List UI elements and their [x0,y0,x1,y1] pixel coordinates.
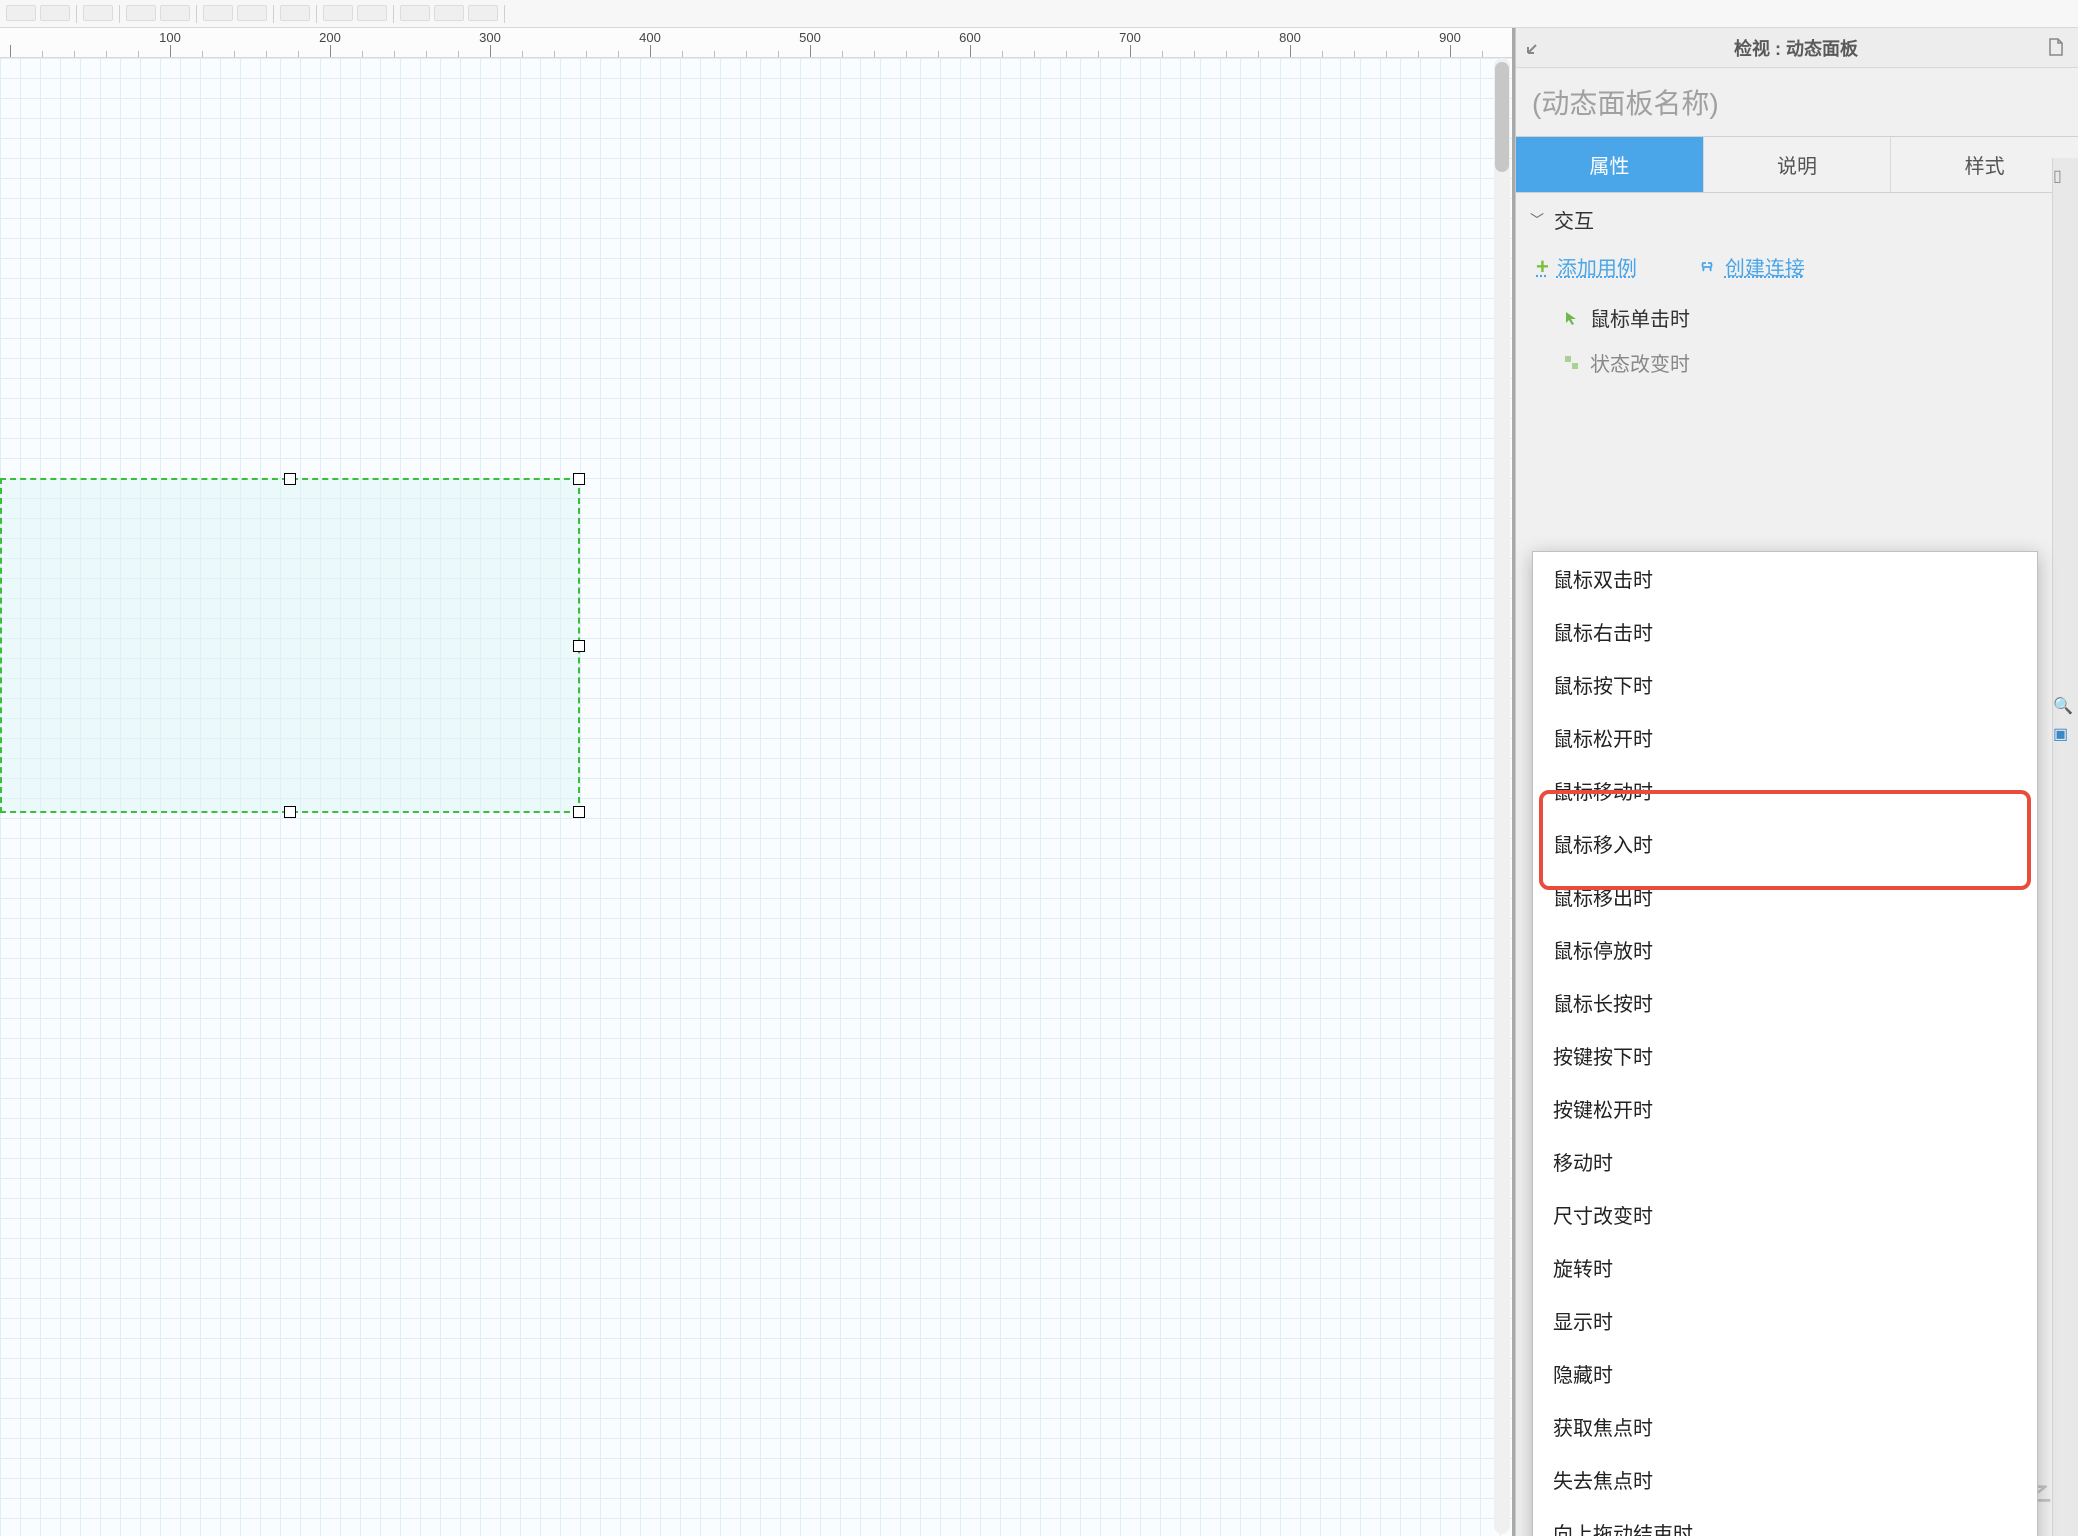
resize-handle-bottom-right[interactable] [573,806,585,818]
event-label: 鼠标单击时 [1590,303,1690,332]
ruler-tick-label: 200 [319,30,341,45]
state-icon [1562,354,1580,372]
resize-handle-bottom[interactable] [284,806,296,818]
inspector-tabs: 属性 说明 样式 [1516,136,2078,193]
inspector-body: ﹀ 交互 + 添加用例 创建连接 鼠标单击时 状态 [1516,193,2078,1536]
event-menu-item[interactable]: 鼠标停放时 [1533,923,2037,976]
resize-handle-right[interactable] [573,640,585,652]
tab-style[interactable]: 样式 [1891,137,2078,192]
search-icon[interactable]: 🔍 [2053,696,2078,716]
tab-notes[interactable]: 说明 [1704,137,1892,192]
create-link-label: 创建连接 [1725,252,1805,281]
toolbar-button[interactable] [400,5,430,21]
event-menu-item[interactable]: 尺寸改变时 [1533,1188,2037,1241]
add-case-label: 添加用例 [1557,252,1637,281]
top-toolbar [0,0,2078,28]
widget-name-input[interactable]: (动态面板名称) [1516,68,2078,136]
toolbar-button[interactable] [357,5,387,21]
page-icon[interactable] [2048,38,2068,58]
chevron-down-icon: ﹀ [1530,210,1544,230]
event-menu-item[interactable]: 鼠标移出时 [1533,870,2037,923]
ruler-tick-label: 400 [639,30,661,45]
event-menu-item[interactable]: 鼠标移入时 [1533,817,2037,870]
cursor-icon [1562,309,1580,327]
event-menu-item[interactable]: 按键按下时 [1533,1029,2037,1082]
section-interactions-header[interactable]: ﹀ 交互 [1516,193,2078,246]
toolbar-button[interactable] [280,5,310,21]
event-menu-item[interactable]: 鼠标双击时 [1533,552,2037,605]
event-menu-item[interactable]: 按键松开时 [1533,1082,2037,1135]
event-menu-item[interactable]: 旋转时 [1533,1241,2037,1294]
ruler-tick-label: 600 [959,30,981,45]
event-menu-item[interactable]: 向上拖动结束时 [1533,1506,2037,1536]
create-link-link[interactable]: 创建连接 [1697,252,1805,281]
toolbar-button[interactable] [468,5,498,21]
widget-icon[interactable]: ▣ [2053,724,2078,744]
toolbar-button[interactable] [203,5,233,21]
event-menu-item[interactable]: 移动时 [1533,1135,2037,1188]
canvas-area[interactable]: 100 200 300 400 500 600 700 800 900 [0,28,1512,1536]
canvas-scrollbar-thumb[interactable] [1495,62,1509,172]
ruler-tick-label: 100 [159,30,181,45]
ruler-tick-label: 300 [479,30,501,45]
add-case-link[interactable]: + 添加用例 [1536,252,1637,281]
link-icon [1697,260,1717,274]
plus-icon: + [1536,254,1549,280]
selected-dynamic-panel[interactable] [0,478,580,813]
inspector-side-strip: ▯ 🔍 ▣ [2052,158,2078,1536]
inspector-panel: 检视 : 动态面板 (动态面板名称) 属性 说明 样式 ﹀ 交互 + 添加用例 … [1515,28,2078,1536]
toolbar-button[interactable] [40,5,70,21]
canvas-scrollbar-vertical[interactable] [1494,58,1510,1534]
event-label: 状态改变时 [1590,348,1690,377]
event-row-state-change[interactable]: 状态改变时 [1516,340,2078,385]
toolbar-button[interactable] [434,5,464,21]
toolbar-button[interactable] [160,5,190,21]
interactions-actions-row: + 添加用例 创建连接 [1516,246,2078,295]
ruler-tick-label: 900 [1439,30,1461,45]
toolbar-button[interactable] [126,5,156,21]
toolbar-button[interactable] [323,5,353,21]
ruler-tick-label: 500 [799,30,821,45]
event-menu-item[interactable]: 鼠标移动时 [1533,764,2037,817]
event-menu-item[interactable]: 获取焦点时 [1533,1400,2037,1453]
event-menu-popup: 鼠标双击时鼠标右击时鼠标按下时鼠标松开时鼠标移动时鼠标移入时鼠标移出时鼠标停放时… [1532,551,2038,1536]
tab-properties[interactable]: 属性 [1516,137,1704,192]
toolbar-button[interactable] [83,5,113,21]
ruler-horizontal[interactable]: 100 200 300 400 500 600 700 800 900 [0,28,1512,58]
event-menu-item[interactable]: 鼠标长按时 [1533,976,2037,1029]
inspector-title: 检视 : 动态面板 [1544,35,2048,61]
event-menu-item[interactable]: 失去焦点时 [1533,1453,2037,1506]
event-menu-item[interactable]: 鼠标右击时 [1533,605,2037,658]
event-menu-item[interactable]: 显示时 [1533,1294,2037,1347]
ruler-tick-label: 800 [1279,30,1301,45]
event-row-click[interactable]: 鼠标单击时 [1516,295,2078,340]
ruler-tick-label: 700 [1119,30,1141,45]
resize-handle-top[interactable] [284,473,296,485]
inspector-header: 检视 : 动态面板 [1516,28,2078,68]
event-menu-item[interactable]: 鼠标松开时 [1533,711,2037,764]
section-interactions-label: 交互 [1554,205,1594,234]
resize-handle-top-right[interactable] [573,473,585,485]
collapse-icon[interactable] [1526,39,1544,57]
event-menu-item[interactable]: 鼠标按下时 [1533,658,2037,711]
event-menu-item[interactable]: 隐藏时 [1533,1347,2037,1400]
toolbar-button[interactable] [237,5,267,21]
toolbar-button[interactable] [6,5,36,21]
page-icon[interactable]: ▯ [2053,166,2078,186]
